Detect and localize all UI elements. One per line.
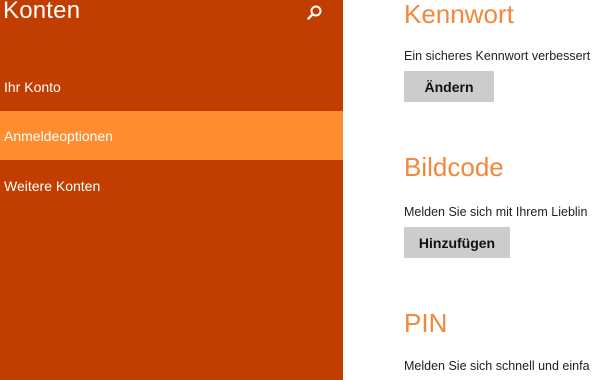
section-heading-kennwort: Kennwort: [404, 0, 514, 29]
sidebar-title: Konten: [3, 0, 81, 24]
sidebar-item-label: Anmeldeoptionen: [4, 127, 113, 144]
sidebar-item-ihr-konto[interactable]: Ihr Konto: [0, 62, 343, 111]
sidebar-item-anmeldeoptionen[interactable]: Anmeldeoptionen: [0, 111, 343, 160]
main-content: Kennwort Ein sicheres Kennwort verbesser…: [343, 0, 610, 380]
sidebar-item-label: Weitere Konten: [4, 177, 101, 194]
sidebar: Konten Ihr Konto Anmeldeoptionen Weitere…: [0, 0, 343, 380]
section-description-bildcode: Melden Sie sich mit Ihrem Lieblin: [404, 205, 588, 219]
section-heading-bildcode: Bildcode: [404, 152, 504, 182]
sidebar-item-weitere-konten[interactable]: Weitere Konten: [0, 161, 343, 210]
section-heading-pin: PIN: [404, 308, 448, 338]
change-password-button[interactable]: Ändern: [404, 71, 494, 102]
section-description-pin: Melden Sie sich schnell und einfa: [404, 359, 590, 373]
section-description-kennwort: Ein sicheres Kennwort verbessert: [404, 49, 591, 63]
sidebar-item-label: Ihr Konto: [4, 78, 61, 95]
settings-window: Konten Ihr Konto Anmeldeoptionen Weitere…: [0, 0, 610, 380]
add-picture-password-button[interactable]: Hinzufügen: [404, 227, 510, 258]
search-icon[interactable]: [305, 3, 325, 23]
